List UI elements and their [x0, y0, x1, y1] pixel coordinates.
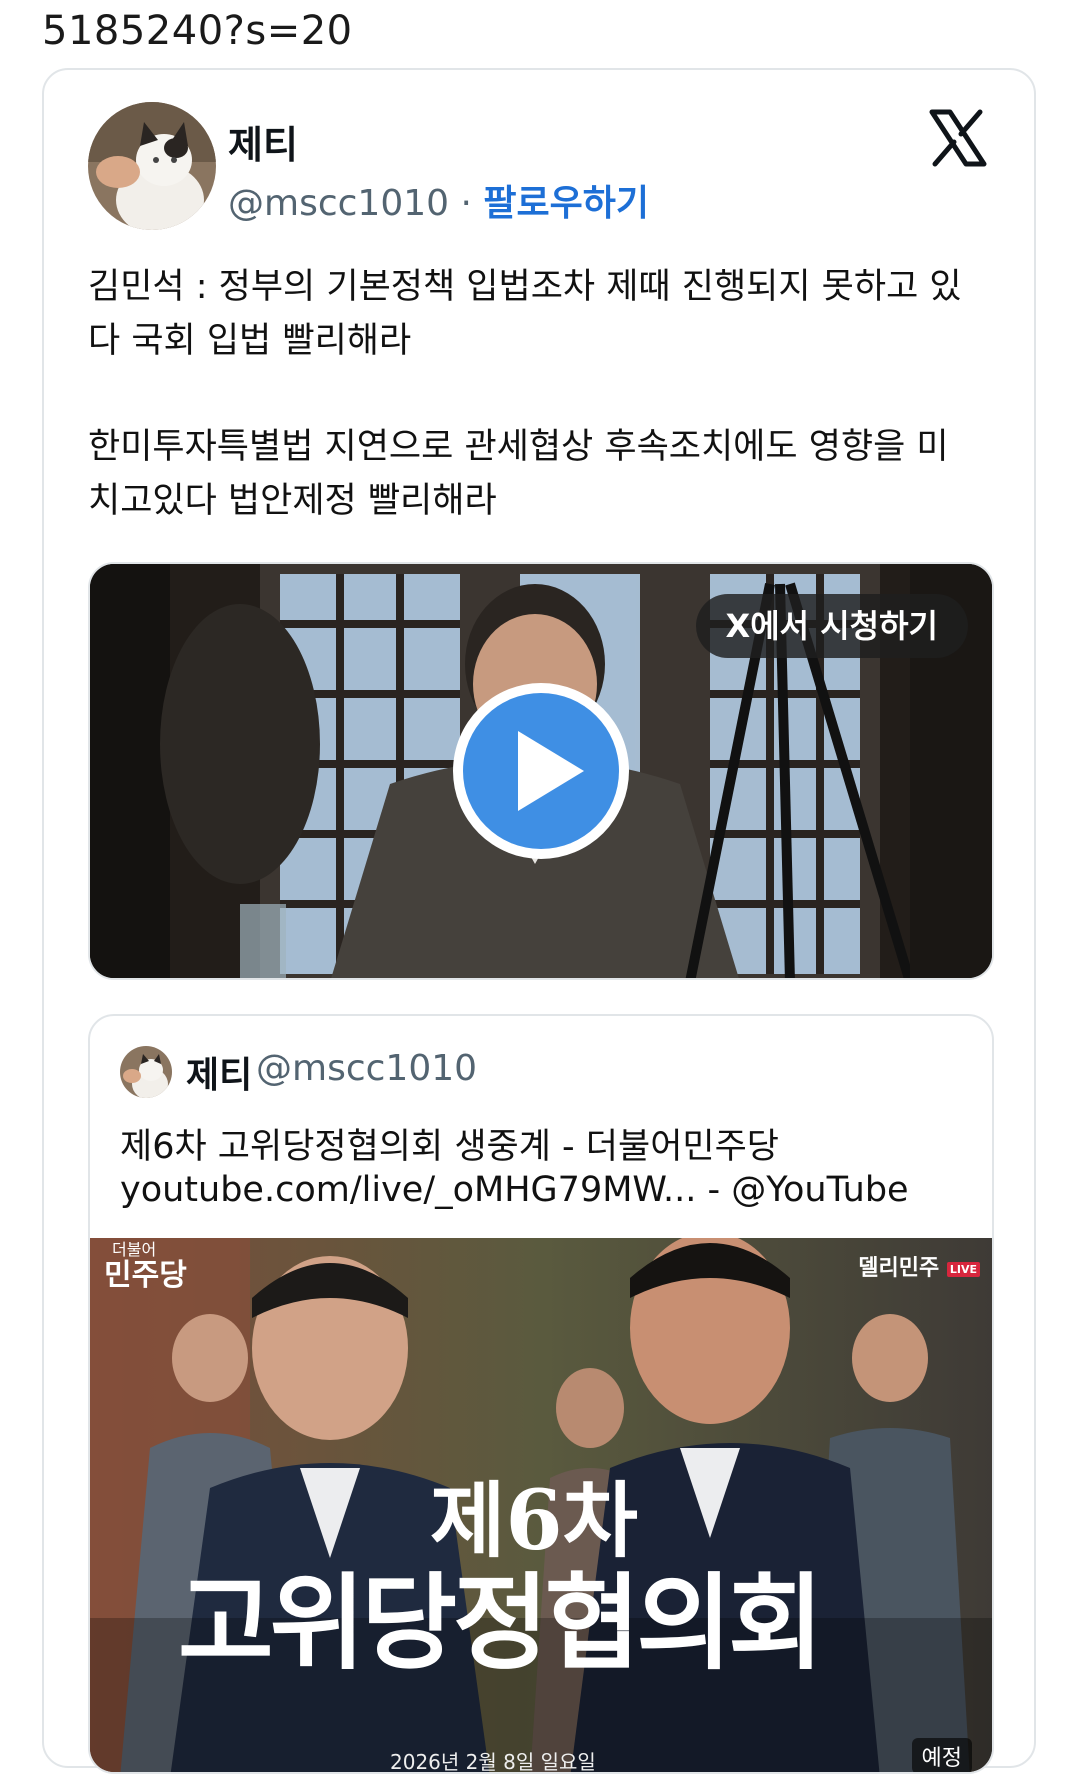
display-name[interactable]: 제티 [228, 114, 298, 169]
avatar[interactable] [88, 102, 216, 230]
thumbnail-date: 2026년 2월 8일 일요일 [390, 1750, 596, 1774]
handle-row: @mscc1010 · 팔로우하기 [228, 174, 649, 226]
quoted-tweet[interactable]: 제티 @mscc1010 제6차 고위당정협의회 생중계 - 더불어민주당 yo… [88, 1014, 994, 1774]
handle[interactable]: @mscc1010 [228, 183, 449, 224]
tweet-text: 김민석 : 정부의 기본정책 입법조차 제때 진행되지 못하고 있 다 국회 입… [88, 260, 998, 580]
embedded-tweet-card[interactable]: 제티 @mscc1010 · 팔로우하기 김민석 : 정부의 기본정책 입법조차… [42, 68, 1036, 1774]
follow-button[interactable]: 팔로우하기 [483, 183, 649, 224]
thumbnail-badge: 예정 [911, 1738, 972, 1772]
live-badge: LIVE [946, 1261, 980, 1277]
quoted-text-title: 제6차 고위당정협의회 생중계 - 더불어민주당 [120, 1127, 780, 1167]
quoted-handle[interactable]: @mscc1010 [256, 1048, 477, 1089]
quoted-display-name[interactable]: 제티 [186, 1046, 252, 1098]
brand-right: 델리민주 LIVE [858, 1250, 980, 1282]
tweet-paragraph-1: 김민석 : 정부의 기본정책 입법조차 제때 진행되지 못하고 있 다 국회 입… [88, 267, 962, 361]
thumbnail-title-big: 고위당정협의회 [178, 1562, 824, 1684]
quoted-avatar[interactable] [120, 1046, 172, 1098]
play-icon[interactable] [446, 676, 636, 866]
url-fragment: 5185240?s=20 [42, 8, 353, 54]
brand-left: 민주당 [104, 1258, 187, 1293]
youtube-thumbnail[interactable]: 더불어 민주당 델리민주 LIVE 제6차 고위당정협의회 2026년 2월 8… [90, 1238, 992, 1774]
brand-right-label: 델리민주 [858, 1256, 940, 1281]
watch-on-x-button[interactable]: X에서 시청하기 [695, 594, 968, 658]
video-player[interactable]: X에서 시청하기 [88, 562, 994, 980]
tweet-paragraph-2: 한미투자특별법 지연으로 관세협상 후속조치에도 영향을 미 치고있다 법안제정… [88, 427, 949, 521]
x-logo-icon[interactable] [928, 108, 988, 168]
separator: · [460, 183, 472, 224]
quoted-link[interactable]: youtube.com/live/_oMHG79MW... - @YouTube [120, 1170, 909, 1210]
